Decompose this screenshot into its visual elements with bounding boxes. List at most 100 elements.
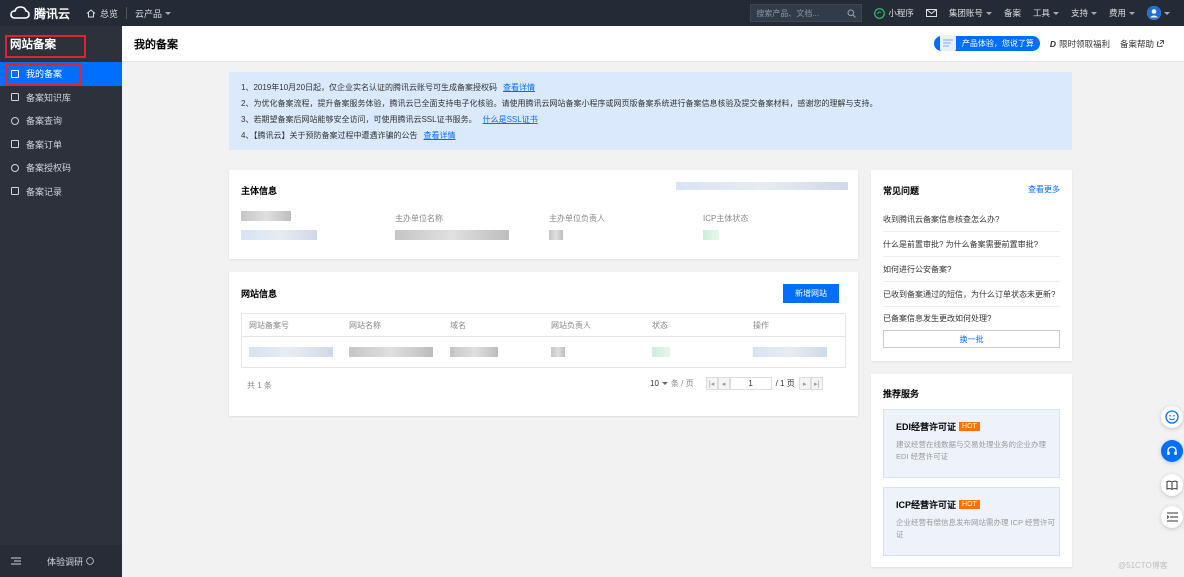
redacted-value [549,230,563,240]
search-icon [11,116,19,125]
nav-billing[interactable]: 费用 [1103,0,1141,26]
user-icon [1147,6,1161,20]
notice-link[interactable]: 查看详情 [503,83,535,92]
support-label: 支持 [1070,8,1088,18]
nav-products[interactable]: 云产品 [127,0,179,26]
hot-badge: HOT [959,500,980,509]
notice-link[interactable]: 什么是SSL证书 [483,115,538,124]
field-label: 主办单位负责人 [549,214,605,223]
column-header: 网站负责人 [551,320,591,330]
faq-item[interactable]: 已收到备案通过的短信，为什么订单状态未更新? [883,289,1060,300]
action-links[interactable] [753,347,827,357]
service-edi[interactable]: EDI经营许可证 HOT 建议经营在线数据与交易处理业务的企业办理 EDI 经营许… [883,409,1060,478]
billing-label: 费用 [1108,8,1126,18]
nav-support[interactable]: 支持 [1065,0,1103,26]
redacted-value [676,182,848,190]
nav-mail[interactable] [920,0,943,26]
book-icon[interactable] [1161,474,1183,496]
per-page-label: 条 / 页 [670,379,694,388]
collapse-menu-icon[interactable] [11,557,21,565]
search-input[interactable]: 搜索产品、文档... [750,4,863,22]
status-badge [703,230,719,240]
refresh-button[interactable]: 换一批 [883,330,1060,348]
faq-item[interactable]: 什么是前置审批? 为什么备案需要前置审批? [883,239,1060,250]
card-title: 推荐服务 [883,389,920,399]
page-input[interactable]: 1 [729,377,772,390]
notice-text: 1、2019年10月20日起，仅企业实名认证的腾讯云账号可生成备案授权码 [241,83,498,92]
nav-mini-program[interactable]: 小程序 [868,0,920,26]
notice-text: 2、为优化备案流程，提升备案服务体验，腾讯云已全面支持电子化核验。请使用腾讯云网… [241,99,878,108]
top-navbar: 腾讯云 总览 云产品 搜索产品、文档... 小程序 集团账号 备案 工具 支持 … [0,0,1184,26]
faq-item[interactable]: 收到腾讯云备案信息核查怎么办? [883,214,1060,225]
annotation-box [5,63,81,86]
mail-icon [925,9,937,17]
redacted-value [450,347,498,357]
redacted-value [349,347,433,357]
list-menu-icon[interactable] [1161,506,1183,528]
total-count: 共 1 条 [247,381,272,390]
chevron-down-icon [165,11,172,15]
page-size-select[interactable]: 10 [650,379,659,388]
search-icon[interactable] [847,9,857,18]
sidebar-item-orders[interactable]: 备案订单 [0,133,122,157]
card-title: 主体信息 [241,186,278,196]
first-page-button[interactable]: |◂ [705,377,718,390]
service-icp[interactable]: ICP经营许可证 HOT 企业经营有偿信息发布网站需办理 ICP 经营许可证 [883,487,1060,556]
checklist-icon [11,140,19,149]
limited-offer-label: 限时领取福利 [1058,38,1110,49]
column-header: 状态 [652,320,668,330]
column-header: 域名 [450,320,466,330]
service-name: ICP经营许可证 HOT [896,498,1047,511]
feedback-banner[interactable]: 产品体验，您说了算 [933,35,1040,51]
sidebar-item-query[interactable]: 备案查询 [0,109,122,133]
limited-offer-link[interactable]: D 限时领取福利 [1050,38,1110,50]
divider [883,281,1060,282]
faq-item[interactable]: 如何进行公安备案? [883,264,1060,275]
chevron-down-icon [985,11,992,15]
page-total: / 1 页 [775,379,795,388]
pagination: 10 条 / 页 |◂ ◂ 1 / 1 页 ▸ ▸| [650,377,823,390]
notice-link[interactable]: 查看详情 [423,131,455,140]
redacted-value [551,347,565,357]
last-page-button[interactable]: ▸| [810,377,823,390]
chevron-down-icon [661,382,668,385]
headset-support-icon[interactable] [1161,440,1183,462]
sidebar-item-auth-code[interactable]: 备案授权码 [0,156,122,180]
smiley-feedback-icon[interactable] [1161,406,1183,428]
table-row [241,337,846,368]
nav-tools[interactable]: 工具 [1027,0,1065,26]
column-header: 操作 [753,320,769,330]
nav-user[interactable] [1141,0,1184,26]
book-icon [11,93,19,102]
column-header: 网站备案号 [249,320,289,330]
external-link-icon [1157,40,1164,47]
next-page-button[interactable]: ▸ [798,377,811,390]
add-website-button[interactable]: 新增网站 [783,284,839,303]
help-link[interactable]: 备案帮助 [1120,38,1164,50]
redacted-value [395,230,509,240]
record-icon [11,187,19,196]
sidebar-item-label: 备案授权码 [26,163,72,174]
nav-home[interactable]: 总览 [78,0,126,26]
field-label: 主办单位名称 [395,214,443,223]
help-label: 备案帮助 [1119,38,1154,49]
sidebar-item-knowledge[interactable]: 备案知识库 [0,86,122,110]
sidebar-item-records[interactable]: 备案记录 [0,180,122,204]
faq-item[interactable]: 已备案信息发生更改如何处理? [883,313,1060,324]
notice-line: 2、为优化备案流程，提升备案服务体验，腾讯云已全面支持电子化核验。请使用腾讯云网… [241,96,1060,112]
prev-page-button[interactable]: ◂ [717,377,730,390]
service-name: EDI经营许可证 HOT [896,420,1047,433]
mini-program-label: 小程序 [888,8,914,18]
chevron-down-icon [1129,11,1135,15]
brand-name: 腾讯云 [34,6,71,21]
service-title: EDI经营许可证 [896,422,957,432]
sidebar-item-label: 备案记录 [26,186,63,197]
nav-beian[interactable]: 备案 [998,0,1027,26]
faq-more-link[interactable]: 查看更多 [1028,184,1060,195]
brand-logo[interactable]: 腾讯云 [0,5,78,22]
chevron-down-icon [1164,11,1170,15]
nav-account[interactable]: 集团账号 [943,0,998,26]
survey-link[interactable]: 体验调研 [47,555,83,568]
faq-card: 常见问题 查看更多 收到腾讯云备案信息核查怎么办? 什么是前置审批? 为什么备案… [871,170,1072,361]
tencent-cloud-icon [10,6,30,19]
